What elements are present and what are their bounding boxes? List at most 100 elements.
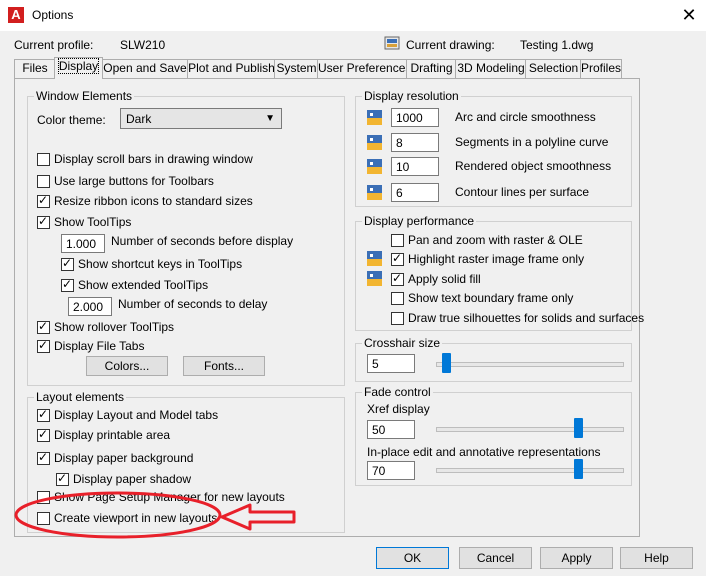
close-icon[interactable]: ✕ <box>676 4 702 26</box>
paper-shadow-label: Display paper shadow <box>73 472 192 486</box>
drawing-saved-icon <box>367 271 382 286</box>
polyline-segments-input[interactable]: 8 <box>391 133 439 152</box>
group-title: Layout elements <box>34 390 127 404</box>
drawing-saved-icon <box>367 185 382 200</box>
group-title: Window Elements <box>34 89 135 103</box>
xref-display-label: Xref display <box>367 402 430 416</box>
tab-user-preferences[interactable]: User Preferences <box>317 59 411 78</box>
arc-smoothness-label: Arc and circle smoothness <box>455 110 596 124</box>
scroll-bars-label: Display scroll bars in drawing window <box>54 152 253 166</box>
inplace-edit-label: In-place edit and annotative representat… <box>367 445 601 459</box>
seconds-before-display-input[interactable]: 1.000 <box>61 234 105 253</box>
highlight-raster-checkbox[interactable] <box>391 251 404 266</box>
chevron-down-icon: ▼ <box>265 113 275 124</box>
drawing-saved-icon <box>367 159 382 174</box>
highlight-raster-label: Highlight raster image frame only <box>408 252 585 266</box>
create-viewport-checkbox[interactable] <box>37 512 50 525</box>
paper-background-label: Display paper background <box>54 451 194 465</box>
inplace-edit-input[interactable]: 70 <box>367 461 415 480</box>
window-title: Options <box>32 8 74 22</box>
seconds-delay-input[interactable]: 2.000 <box>68 297 112 316</box>
group-title: Display resolution <box>362 89 461 103</box>
apply-solid-fill-label: Apply solid fill <box>408 272 481 286</box>
autocad-logo-icon: A <box>8 7 24 23</box>
tab-selection[interactable]: Selection <box>525 59 582 78</box>
resize-ribbon-label: Resize ribbon icons to standard sizes <box>54 194 253 208</box>
tab-3d-modeling[interactable]: 3D Modeling <box>455 59 527 78</box>
current-drawing-label: Current drawing: <box>406 38 495 52</box>
rendered-smoothness-input[interactable]: 10 <box>391 157 439 176</box>
group-title: Crosshair size <box>362 336 443 350</box>
color-theme-select[interactable]: Dark ▼ <box>120 108 282 129</box>
rollover-tooltips-label: Show rollover ToolTips <box>54 320 175 334</box>
rendered-smoothness-label: Rendered object smoothness <box>455 159 612 173</box>
printable-area-checkbox[interactable] <box>37 427 50 442</box>
seconds-before-display-label: Number of seconds before display <box>111 234 294 248</box>
resize-ribbon-checkbox[interactable] <box>37 193 50 208</box>
seconds-delay-label: Number of seconds to delay <box>118 297 268 311</box>
apply-solid-fill-checkbox[interactable] <box>391 271 404 286</box>
crosshair-slider-thumb[interactable] <box>442 353 451 373</box>
printable-area-label: Display printable area <box>54 428 171 442</box>
help-button[interactable]: Help <box>620 547 693 569</box>
crosshair-slider-track[interactable] <box>436 362 624 367</box>
show-tooltips-label: Show ToolTips <box>54 215 132 229</box>
tab-files[interactable]: Files <box>14 59 56 78</box>
xref-display-input[interactable]: 50 <box>367 420 415 439</box>
apply-button[interactable]: Apply <box>540 547 613 569</box>
ok-button[interactable]: OK <box>376 547 449 569</box>
group-title: Display performance <box>362 214 477 228</box>
tab-display[interactable]: Display <box>54 57 103 79</box>
tab-system[interactable]: System <box>274 59 319 78</box>
fonts-button[interactable]: Fonts... <box>183 356 265 376</box>
large-buttons-checkbox[interactable] <box>37 175 50 188</box>
drawing-saved-icon <box>367 110 382 125</box>
layout-model-tabs-label: Display Layout and Model tabs <box>54 408 219 422</box>
drawing-saved-icon <box>367 135 382 150</box>
file-tabs-label: Display File Tabs <box>54 339 145 353</box>
current-profile-label: Current profile: <box>14 38 94 52</box>
tab-drafting[interactable]: Drafting <box>406 59 457 78</box>
file-tabs-checkbox[interactable] <box>37 338 50 353</box>
rollover-tooltips-checkbox[interactable] <box>37 319 50 334</box>
true-silhouettes-label: Draw true silhouettes for solids and sur… <box>408 311 645 325</box>
create-viewport-label: Create viewport in new layouts <box>54 511 218 525</box>
text-boundary-label: Show text boundary frame only <box>408 291 574 305</box>
tab-profiles[interactable]: Profiles <box>580 59 622 78</box>
color-theme-label: Color theme: <box>37 113 106 127</box>
drawing-saved-icon <box>367 251 382 266</box>
xref-slider-track[interactable] <box>436 427 624 432</box>
inplace-slider-track[interactable] <box>436 468 624 473</box>
paper-background-checkbox[interactable] <box>37 450 50 465</box>
extended-tooltips-label: Show extended ToolTips <box>78 278 209 292</box>
inplace-slider-thumb[interactable] <box>574 459 583 479</box>
colors-button[interactable]: Colors... <box>86 356 168 376</box>
contour-lines-input[interactable]: 6 <box>391 183 439 202</box>
tab-plot-and-publish[interactable]: Plot and Publish <box>187 59 276 78</box>
polyline-segments-label: Segments in a polyline curve <box>455 135 609 149</box>
xref-slider-thumb[interactable] <box>574 418 583 438</box>
group-title: Fade control <box>362 385 433 399</box>
shortcut-keys-checkbox[interactable] <box>61 256 74 271</box>
tab-open-and-save[interactable]: Open and Save <box>101 59 189 78</box>
drawing-icon <box>384 36 400 50</box>
true-silhouettes-checkbox[interactable] <box>391 312 404 325</box>
shortcut-keys-label: Show shortcut keys in ToolTips <box>78 257 243 271</box>
scroll-bars-checkbox[interactable] <box>37 153 50 166</box>
page-setup-manager-label: Show Page Setup Manager for new layouts <box>54 490 285 504</box>
large-buttons-label: Use large buttons for Toolbars <box>54 174 214 188</box>
show-tooltips-checkbox[interactable] <box>37 214 50 229</box>
current-profile-value: SLW210 <box>120 38 166 52</box>
pan-zoom-raster-label: Pan and zoom with raster & OLE <box>408 233 583 247</box>
arc-smoothness-input[interactable]: 1000 <box>391 108 439 127</box>
page-setup-manager-checkbox[interactable] <box>37 491 50 504</box>
paper-shadow-checkbox[interactable] <box>56 471 69 486</box>
current-drawing-value: Testing 1.dwg <box>520 38 594 52</box>
crosshair-size-input[interactable]: 5 <box>367 354 415 373</box>
title-bar <box>0 0 706 31</box>
cancel-button[interactable]: Cancel <box>459 547 532 569</box>
layout-model-tabs-checkbox[interactable] <box>37 407 50 422</box>
extended-tooltips-checkbox[interactable] <box>61 277 74 292</box>
pan-zoom-raster-checkbox[interactable] <box>391 234 404 247</box>
text-boundary-checkbox[interactable] <box>391 292 404 305</box>
